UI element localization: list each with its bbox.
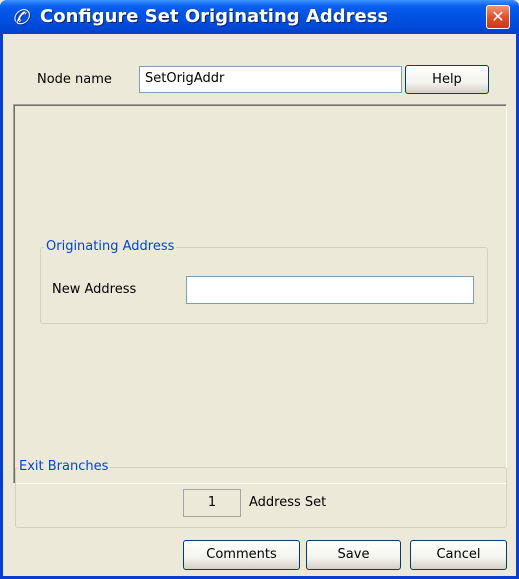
config-panel: Originating Address New Address (13, 104, 507, 484)
node-name-input[interactable]: SetOrigAddr (139, 66, 402, 93)
dialog-window: ✆ Configure Set Originating Address ✕ No… (0, 0, 519, 579)
title-bar[interactable]: ✆ Configure Set Originating Address ✕ (0, 0, 519, 34)
cancel-button[interactable]: Cancel (410, 540, 507, 570)
new-address-label: New Address (52, 282, 137, 297)
exit-branches-legend: Exit Branches (17, 459, 111, 475)
phone-handset-icon: ✆ (12, 5, 29, 29)
exit-branch-number: 1 (183, 489, 241, 517)
exit-branch-label: Address Set (249, 495, 327, 510)
comments-button[interactable]: Comments (183, 540, 300, 570)
close-button[interactable]: ✕ (486, 5, 510, 29)
dialog-body: Node name SetOrigAddr Help Originating A… (3, 34, 516, 576)
window-title: Configure Set Originating Address (40, 6, 389, 27)
node-name-label: Node name (37, 72, 112, 87)
new-address-input[interactable] (186, 276, 474, 304)
originating-address-legend: Originating Address (44, 239, 177, 255)
save-button[interactable]: Save (306, 540, 401, 570)
close-icon: ✕ (491, 7, 505, 26)
help-button[interactable]: Help (405, 65, 489, 94)
